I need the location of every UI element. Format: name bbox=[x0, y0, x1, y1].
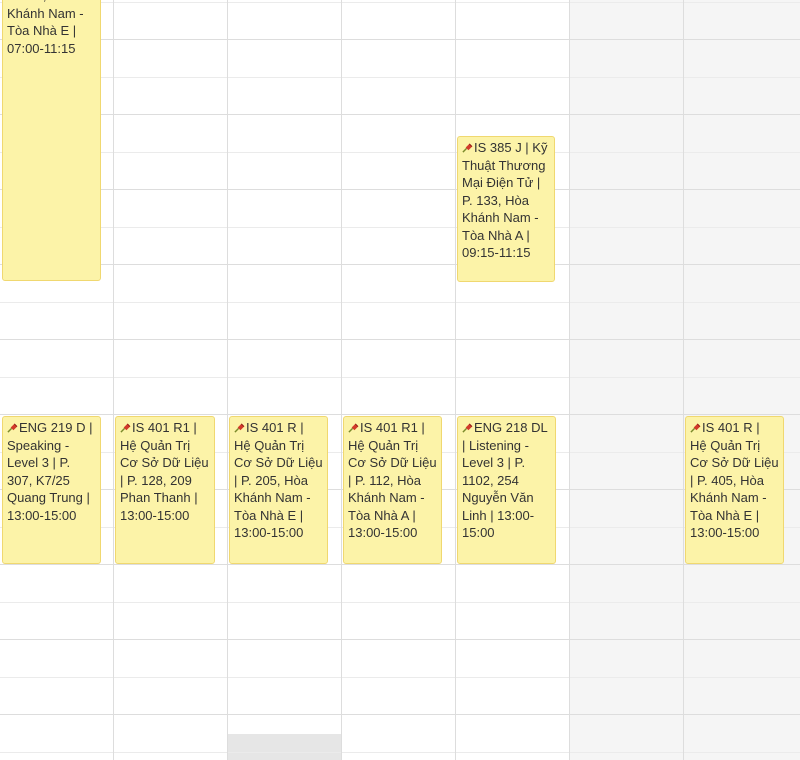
event-label: IS 385 J | Kỹ Thuật Thương Mại Điện Tử |… bbox=[462, 140, 548, 260]
slot-line bbox=[0, 677, 800, 678]
slot-line bbox=[0, 39, 800, 40]
event-text: ENG 219 D | Speaking - Level 3 | P. 307,… bbox=[7, 419, 96, 524]
calendar-event[interactable]: IS 401 R | Hệ Quản Trị Cơ Sở Dữ Liệu | P… bbox=[229, 416, 328, 564]
event-label: IS 401 R1 | Hệ Quản Trị Cơ Sở Dữ Liệu | … bbox=[348, 420, 437, 540]
event-label: IS 401 R1 | Hệ Quản Trị Cơ Sở Dữ Liệu | … bbox=[120, 420, 209, 523]
event-text: IS 385 J | Kỹ Thuật Thương Mại Điện Tử |… bbox=[462, 139, 550, 262]
day-column-divider bbox=[455, 0, 456, 760]
slot-line bbox=[0, 752, 800, 753]
slot-line bbox=[0, 414, 800, 415]
event-text: IS 401 R | Hệ Quản Trị Cơ Sở Dữ Liệu | P… bbox=[234, 419, 323, 542]
slot-line bbox=[0, 77, 800, 78]
slot-line bbox=[0, 564, 800, 565]
event-text: IS 401 R1 | Hệ Quản Trị Cơ Sở Dữ Liệu | … bbox=[120, 419, 210, 524]
selected-slot[interactable] bbox=[228, 734, 341, 760]
slot-line bbox=[0, 602, 800, 603]
slot-line bbox=[0, 152, 800, 153]
calendar-event[interactable]: P. 405, Hòa Khánh Nam - Tòa Nhà E | 07:0… bbox=[2, 0, 101, 281]
slot-line bbox=[0, 339, 800, 340]
slot-line bbox=[0, 639, 800, 640]
event-label: IS 401 R | Hệ Quản Trị Cơ Sở Dữ Liệu | P… bbox=[690, 420, 779, 540]
pin-icon bbox=[462, 423, 473, 433]
event-text: ENG 218 DL | Listening - Level 3 | P. 11… bbox=[462, 419, 551, 542]
calendar-event[interactable]: IS 385 J | Kỹ Thuật Thương Mại Điện Tử |… bbox=[457, 136, 555, 282]
pin-icon bbox=[348, 423, 359, 433]
event-text: IS 401 R1 | Hệ Quản Trị Cơ Sở Dữ Liệu | … bbox=[348, 419, 437, 542]
event-label: IS 401 R | Hệ Quản Trị Cơ Sở Dữ Liệu | P… bbox=[234, 420, 323, 540]
slot-line bbox=[0, 2, 800, 3]
slot-line bbox=[0, 114, 800, 115]
slot-line bbox=[0, 302, 800, 303]
day-column-divider bbox=[113, 0, 114, 760]
pin-icon bbox=[7, 423, 18, 433]
event-label: ENG 219 D | Speaking - Level 3 | P. 307,… bbox=[7, 420, 93, 523]
slot-line bbox=[0, 377, 800, 378]
calendar-event[interactable]: IS 401 R1 | Hệ Quản Trị Cơ Sở Dữ Liệu | … bbox=[343, 416, 442, 564]
event-text: IS 401 R | Hệ Quản Trị Cơ Sở Dữ Liệu | P… bbox=[690, 419, 779, 542]
day-column-divider bbox=[569, 0, 570, 760]
pin-icon bbox=[234, 423, 245, 433]
slot-line bbox=[0, 189, 800, 190]
day-column-divider bbox=[227, 0, 228, 760]
calendar-event[interactable]: ENG 218 DL | Listening - Level 3 | P. 11… bbox=[457, 416, 556, 564]
calendar-event[interactable]: IS 401 R1 | Hệ Quản Trị Cơ Sở Dữ Liệu | … bbox=[115, 416, 215, 564]
day-column-divider bbox=[341, 0, 342, 760]
event-text: P. 405, Hòa Khánh Nam - Tòa Nhà E | 07:0… bbox=[7, 0, 84, 56]
pin-icon bbox=[462, 143, 473, 153]
calendar-event[interactable]: IS 401 R | Hệ Quản Trị Cơ Sở Dữ Liệu | P… bbox=[685, 416, 784, 564]
slot-line bbox=[0, 714, 800, 715]
week-calendar-grid: P. 405, Hòa Khánh Nam - Tòa Nhà E | 07:0… bbox=[0, 0, 800, 760]
pin-icon bbox=[120, 423, 131, 433]
pin-icon bbox=[690, 423, 701, 433]
slot-line bbox=[0, 264, 800, 265]
slot-line bbox=[0, 227, 800, 228]
event-label: ENG 218 DL | Listening - Level 3 | P. 11… bbox=[462, 420, 548, 540]
day-column-divider bbox=[683, 0, 684, 760]
calendar-event[interactable]: ENG 219 D | Speaking - Level 3 | P. 307,… bbox=[2, 416, 101, 564]
